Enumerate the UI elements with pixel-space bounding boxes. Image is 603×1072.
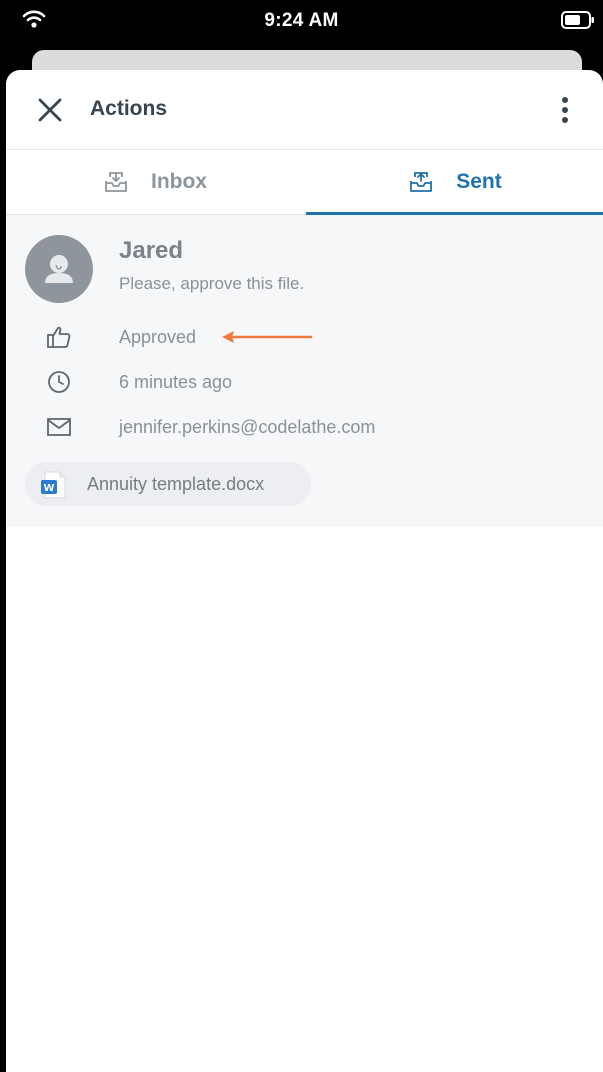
word-doc-icon: W	[41, 471, 66, 499]
battery-icon	[561, 11, 594, 29]
attachment-name: Annuity template.docx	[87, 474, 265, 494]
time-ago-text: 6 minutes ago	[119, 372, 233, 392]
close-button[interactable]	[34, 94, 66, 126]
outbox-icon	[410, 172, 433, 192]
tab-sent[interactable]: Sent	[306, 150, 603, 215]
attachment-chip[interactable]: W Annuity template.docx	[25, 462, 311, 506]
sheet-header: Actions	[6, 70, 603, 150]
inbox-icon	[105, 172, 127, 192]
tab-inbox[interactable]: Inbox	[6, 150, 304, 214]
user-icon	[45, 255, 73, 283]
thumbs-up-icon	[47, 326, 71, 348]
page-title: Actions	[90, 97, 168, 120]
more-options-button[interactable]	[553, 94, 577, 126]
status-time: 9:24 AM	[264, 10, 339, 31]
close-icon	[38, 98, 62, 122]
status-bar: 9:24 AM	[0, 0, 603, 44]
sender-name: Jared	[119, 237, 184, 264]
annotation-arrow-icon	[222, 331, 312, 343]
clock-icon	[48, 371, 70, 393]
tab-bar: Inbox Sent	[6, 150, 603, 215]
time-row: 6 minutes ago	[6, 365, 603, 399]
action-detail: Jared Please, approve this file. Approve…	[6, 215, 603, 527]
tab-sent-label: Sent	[456, 170, 502, 193]
avatar	[25, 235, 93, 303]
svg-text:W: W	[43, 483, 54, 494]
mail-icon	[47, 418, 71, 436]
email-text: jennifer.perkins@codelathe.com	[119, 417, 376, 437]
more-vertical-icon	[562, 97, 568, 123]
email-row: jennifer.perkins@codelathe.com	[6, 410, 603, 444]
status-text: Approved	[119, 327, 197, 347]
tab-inbox-label: Inbox	[151, 170, 207, 193]
action-message: Please, approve this file.	[119, 274, 305, 293]
actions-sheet: Actions Inbox Sent Jared Please, approve…	[6, 70, 603, 1072]
